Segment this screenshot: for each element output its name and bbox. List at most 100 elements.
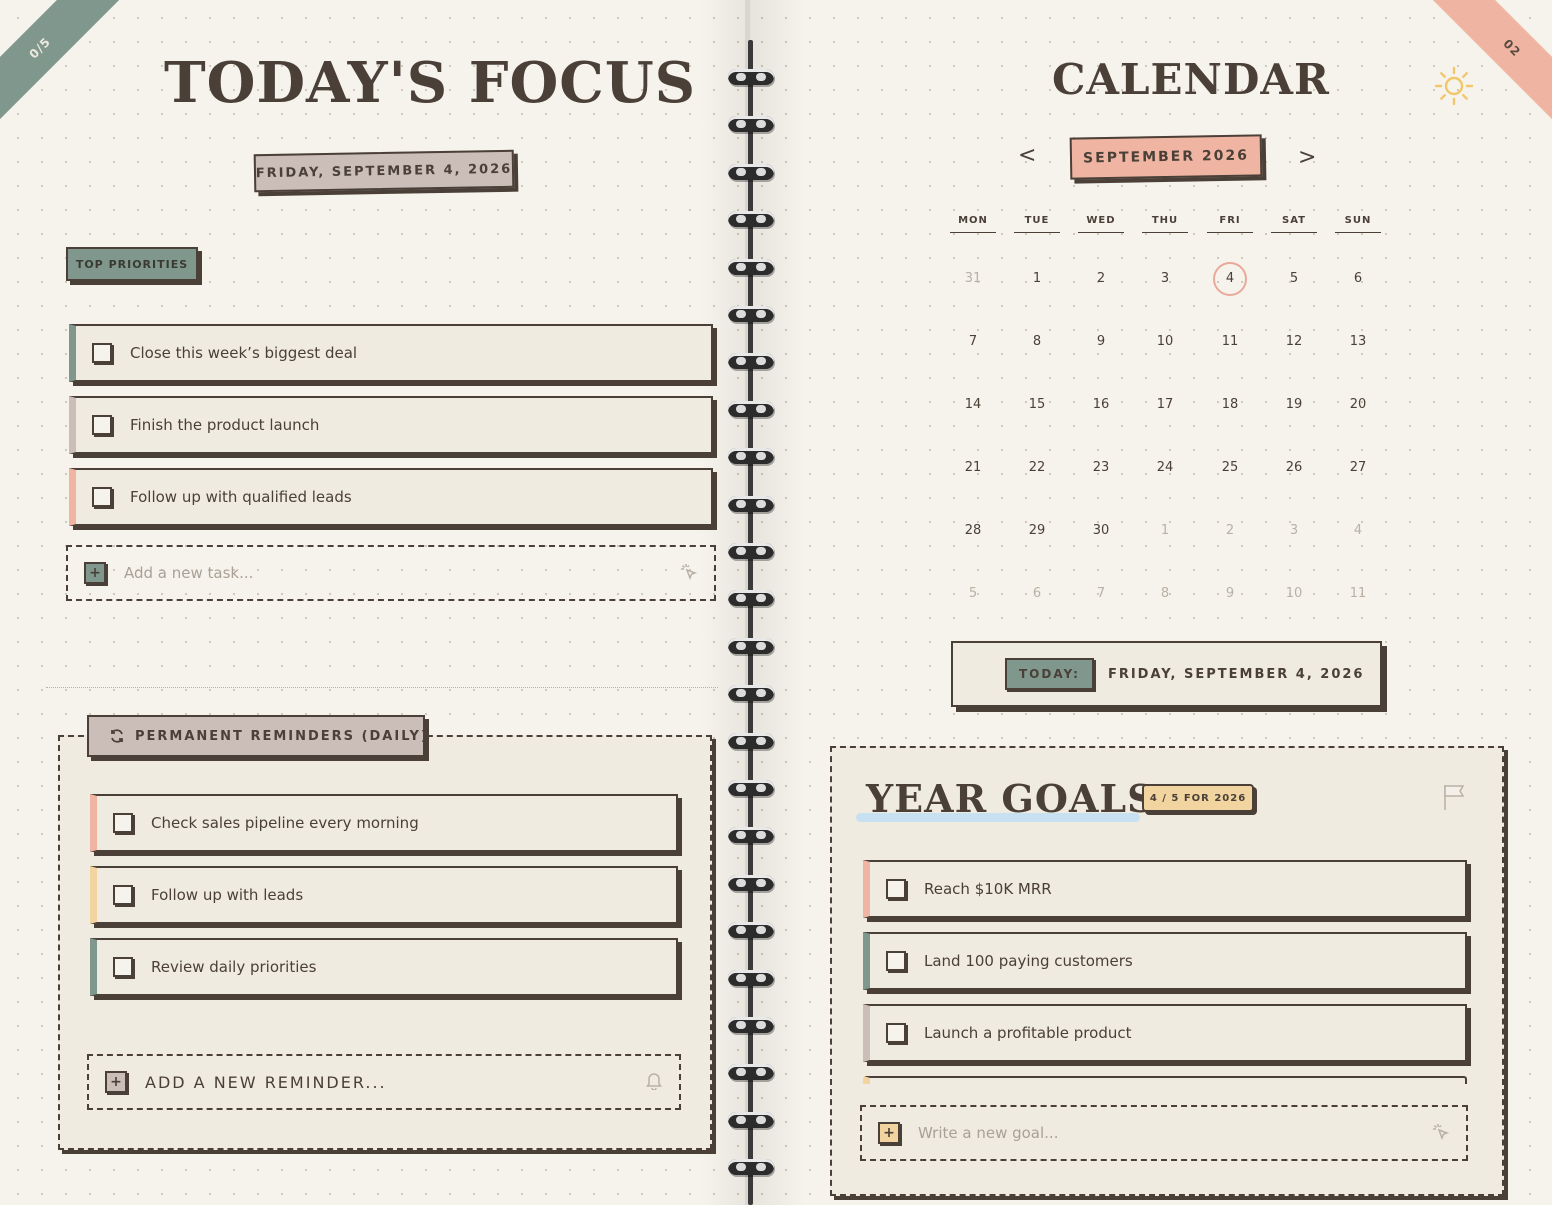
calendar-day[interactable]: 31 — [956, 262, 990, 296]
spiral-ring — [728, 69, 774, 85]
add-goal-plus-icon[interactable]: + — [878, 1122, 900, 1144]
calendar-day[interactable]: 10 — [1277, 577, 1311, 611]
calendar-day[interactable]: 11 — [1213, 325, 1247, 359]
priority-checkbox[interactable] — [92, 487, 112, 507]
calendar-day[interactable]: 25 — [1213, 451, 1247, 485]
spiral-ring — [728, 448, 774, 465]
priority-item[interactable]: Follow up with qualified leads — [69, 468, 713, 526]
spiral-ring — [728, 732, 774, 749]
spiral-ring — [728, 685, 774, 702]
calendar-day[interactable]: 12 — [1277, 325, 1311, 359]
spiral-ring — [728, 306, 774, 322]
bell-icon — [645, 1070, 663, 1095]
goal-checkbox[interactable] — [886, 879, 906, 899]
goal-checkbox[interactable] — [886, 951, 906, 971]
goal-checkbox[interactable] — [886, 1023, 906, 1043]
sun-icon[interactable] — [1432, 64, 1476, 112]
calendar-day[interactable]: 28 — [956, 514, 990, 548]
add-reminder-placeholder: ADD A NEW REMINDER... — [145, 1072, 387, 1092]
add-reminder-input[interactable]: + ADD A NEW REMINDER... — [87, 1054, 681, 1110]
add-task-plus-icon[interactable]: + — [84, 562, 106, 584]
calendar-day[interactable]: 16 — [1084, 388, 1118, 422]
goals-progress-badge: 4 / 5 FOR 2026 — [1142, 784, 1254, 812]
spiral-ring — [728, 211, 774, 228]
add-goal-input[interactable]: + Write a new goal... — [860, 1105, 1468, 1161]
reminder-checkbox[interactable] — [113, 885, 133, 905]
calendar-day[interactable]: 14 — [956, 388, 990, 422]
reminder-item[interactable]: Follow up with leads — [90, 866, 678, 924]
calendar-day[interactable]: 2 — [1084, 262, 1118, 296]
calendar-day[interactable]: 5 — [956, 577, 990, 611]
add-task-input[interactable]: + Add a new task... — [66, 545, 716, 601]
goal-item-partial — [863, 1076, 1467, 1084]
spiral-ring — [728, 922, 774, 939]
priority-label: Finish the product launch — [130, 416, 320, 434]
priority-label: Follow up with qualified leads — [130, 488, 352, 506]
goal-item[interactable]: Land 100 paying customers — [863, 932, 1467, 990]
weekday-label: TUE — [1014, 215, 1060, 233]
calendar-day[interactable]: 9 — [1084, 325, 1118, 359]
calendar-day[interactable]: 17 — [1148, 388, 1182, 422]
spiral-ring — [728, 827, 774, 844]
calendar-day[interactable]: 26 — [1277, 451, 1311, 485]
calendar-day[interactable]: 29 — [1020, 514, 1054, 548]
reminder-checkbox[interactable] — [113, 813, 133, 833]
calendar-day[interactable]: 8 — [1148, 577, 1182, 611]
goal-item[interactable]: Reach $10K MRR — [863, 860, 1467, 918]
goal-item[interactable]: Launch a profitable product — [863, 1004, 1467, 1062]
calendar-day[interactable]: 2 — [1213, 514, 1247, 548]
calendar-day[interactable]: 5 — [1277, 262, 1311, 296]
add-reminder-plus-icon[interactable]: + — [105, 1071, 127, 1093]
calendar-day[interactable]: 6 — [1341, 262, 1375, 296]
calendar-day[interactable]: 18 — [1213, 388, 1247, 422]
calendar-day[interactable]: 21 — [956, 451, 990, 485]
priority-item[interactable]: Finish the product launch — [69, 396, 713, 454]
spiral-ring — [728, 1064, 774, 1081]
calendar-day[interactable]: 22 — [1020, 451, 1054, 485]
spiral-ring — [728, 495, 774, 512]
spiral-ring — [728, 637, 774, 654]
calendar-day[interactable]: 19 — [1277, 388, 1311, 422]
calendar-day[interactable]: 3 — [1277, 514, 1311, 548]
next-month-button[interactable]: > — [1298, 145, 1316, 170]
calendar-day[interactable]: 9 — [1213, 577, 1247, 611]
calendar-day[interactable]: 4 — [1341, 514, 1375, 548]
reminder-label: Review daily priorities — [151, 958, 317, 976]
calendar-day[interactable]: 6 — [1020, 577, 1054, 611]
calendar-day[interactable]: 11 — [1341, 577, 1375, 611]
priority-checkbox[interactable] — [92, 343, 112, 363]
priority-checkbox[interactable] — [92, 415, 112, 435]
calendar-day[interactable]: 23 — [1084, 451, 1118, 485]
reminder-label: Check sales pipeline every morning — [151, 814, 419, 832]
reminder-item[interactable]: Check sales pipeline every morning — [90, 794, 678, 852]
calendar-day[interactable]: 30 — [1084, 514, 1118, 548]
calendar-day[interactable]: 1 — [1020, 262, 1054, 296]
priority-item[interactable]: Close this week’s biggest deal — [69, 324, 713, 382]
spiral-ring — [728, 1111, 774, 1128]
prev-month-button[interactable]: < — [1018, 143, 1036, 168]
top-priorities-tag: TOP PRIORITIES — [66, 247, 198, 281]
reminder-item[interactable]: Review daily priorities — [90, 938, 678, 996]
calendar-day[interactable]: 10 — [1148, 325, 1182, 359]
calendar-day[interactable]: 13 — [1341, 325, 1375, 359]
today-bar: TODAY: FRIDAY, SEPTEMBER 4, 2026 — [951, 641, 1382, 707]
calendar-day[interactable]: 7 — [1084, 577, 1118, 611]
reminder-checkbox[interactable] — [113, 957, 133, 977]
calendar-day[interactable]: 1 — [1148, 514, 1182, 548]
weekday-label: MON — [950, 215, 996, 233]
left-page-corner: 0/5 — [0, 0, 140, 140]
goal-label: Land 100 paying customers — [924, 952, 1133, 970]
calendar-day[interactable]: 27 — [1341, 451, 1375, 485]
permanent-reminders-header: PERMANENT REMINDERS (DAILY) — [87, 715, 427, 757]
calendar-day[interactable]: 7 — [956, 325, 990, 359]
flag-icon[interactable] — [1442, 783, 1466, 815]
calendar-day[interactable]: 15 — [1020, 388, 1054, 422]
calendar-day-today[interactable]: 4 — [1213, 262, 1247, 296]
reminder-label: Follow up with leads — [151, 886, 304, 904]
calendar-day[interactable]: 8 — [1020, 325, 1054, 359]
add-task-placeholder: Add a new task... — [124, 564, 254, 582]
calendar-day[interactable]: 20 — [1341, 388, 1375, 422]
calendar-day[interactable]: 3 — [1148, 262, 1182, 296]
current-date-label: FRIDAY, SEPTEMBER 4, 2026 — [253, 149, 515, 193]
calendar-day[interactable]: 24 — [1148, 451, 1182, 485]
